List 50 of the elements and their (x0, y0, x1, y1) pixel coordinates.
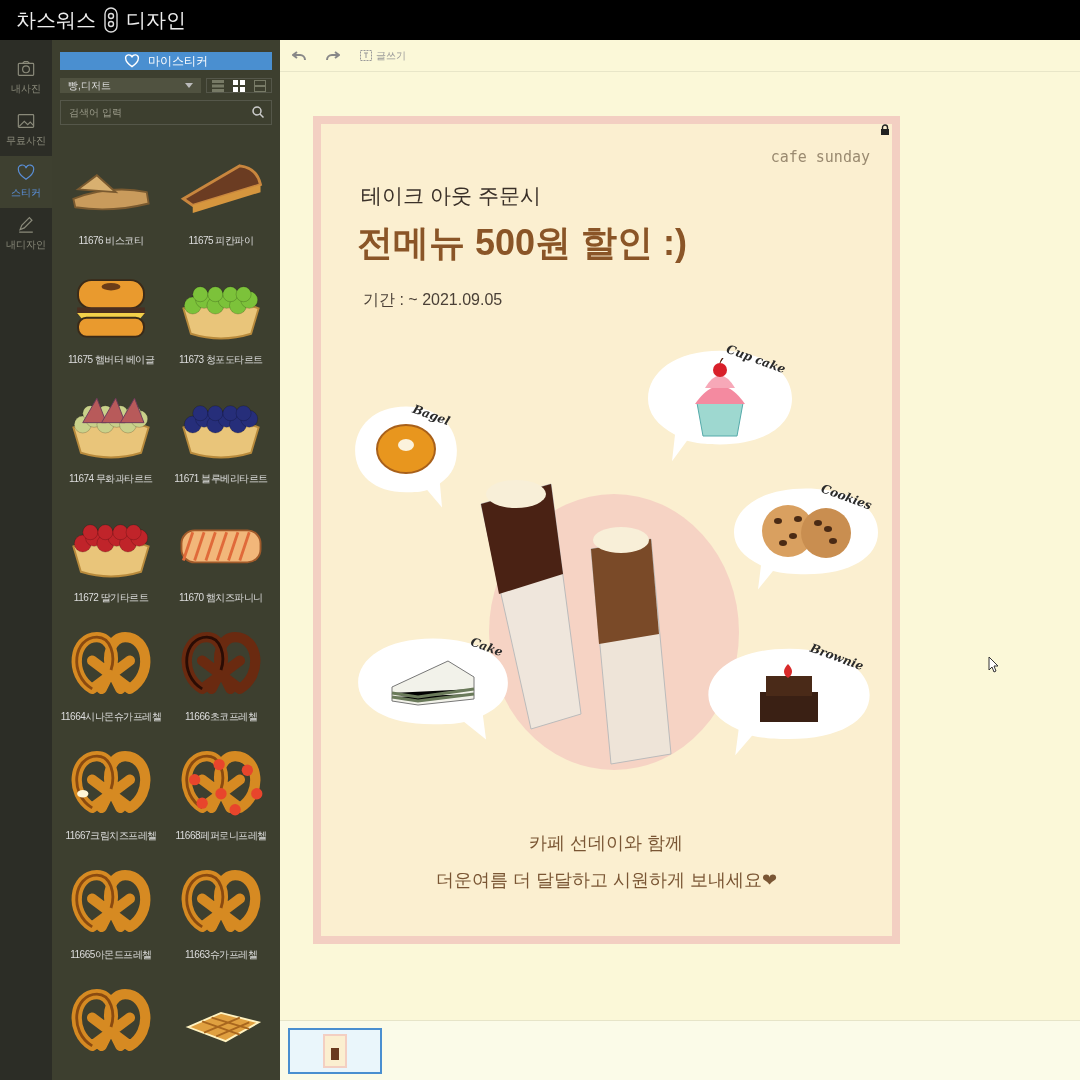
text-box-tool[interactable]: 글쓰기 (360, 48, 406, 63)
cursor-icon (988, 656, 999, 673)
bubble-label: Cup cake (723, 340, 789, 379)
lock-icon[interactable] (880, 124, 890, 135)
sidebar-tab[interactable]: 무료사진 (0, 104, 52, 156)
caret-icon (185, 83, 193, 88)
sidebar-tab[interactable]: 스티커 (0, 156, 52, 208)
undo-icon[interactable] (292, 50, 306, 61)
heart-icon (124, 54, 140, 68)
text-box-icon (360, 50, 372, 61)
redo-icon[interactable] (326, 50, 340, 61)
poster-message: 카페 선데이와 함께 (529, 832, 684, 855)
sticker-label: 11673 청포도타르트 (179, 353, 263, 367)
poster-thumbnail-drawing (323, 1033, 347, 1068)
sidebar-tab[interactable]: 내사진 (0, 52, 52, 104)
search-field[interactable]: 검색어 입력 (60, 100, 272, 125)
sticker-label: 11663슈가프레첼 (184, 948, 258, 962)
poster-subtitle: 테이크 아웃 주문시 (361, 183, 541, 209)
sticker-label: 11664시나몬슈가프레첼 (60, 710, 162, 724)
brand-name: cafe sunday (770, 147, 870, 168)
sticker-label: 11668페퍼로니프레첼 (175, 829, 267, 843)
app-title: 디자인 (126, 8, 186, 33)
sticker-label: 11675 피칸파이 (188, 234, 254, 248)
search-icon (252, 106, 264, 118)
poster-headline: 전메뉴 500원 할인 :) (357, 221, 688, 265)
sticker-label: 11665아몬드프레첼 (70, 948, 152, 962)
my-sticker-button[interactable]: 마이스티커 (60, 52, 272, 70)
sidebar-tab[interactable]: 내디자인 (0, 208, 52, 260)
sticker-label: 11672 딸기타르트 (73, 591, 149, 605)
poster-message: 더운여름 더 달달하고 시원하게 보내세요❤ (436, 869, 777, 892)
page-thumbnail[interactable] (288, 1027, 382, 1074)
donut-drawing (375, 423, 437, 475)
app-title: 차스워스 (16, 8, 96, 33)
sticker-label: 11675 햄버터 베이글 (67, 353, 155, 367)
sticker-label: 11670 햄치즈파니니 (179, 591, 263, 605)
sticker-label: 11676 비스코티 (78, 234, 144, 248)
sticker-label: 11671 블루베리타르트 (174, 472, 268, 486)
sticker-label: 11667크림치즈프레첼 (65, 829, 157, 843)
promotion-period: 기간 : ~ 2021.09.05 (363, 290, 503, 310)
sticker-label: 11674 무화과타르트 (69, 472, 153, 486)
photo-icon (15, 112, 37, 129)
logo-icon (104, 7, 118, 33)
heart-icon (15, 164, 37, 181)
sticker-label: 11666초코프레첼 (184, 710, 258, 724)
category-dropdown[interactable]: 빵,디저트 (60, 78, 201, 93)
camera-icon (15, 60, 37, 77)
grid-view-toggle[interactable] (233, 79, 245, 92)
bubble-label: Cake (467, 633, 506, 662)
detail-view-toggle[interactable] (254, 79, 267, 92)
list-view-toggle[interactable] (211, 79, 224, 92)
